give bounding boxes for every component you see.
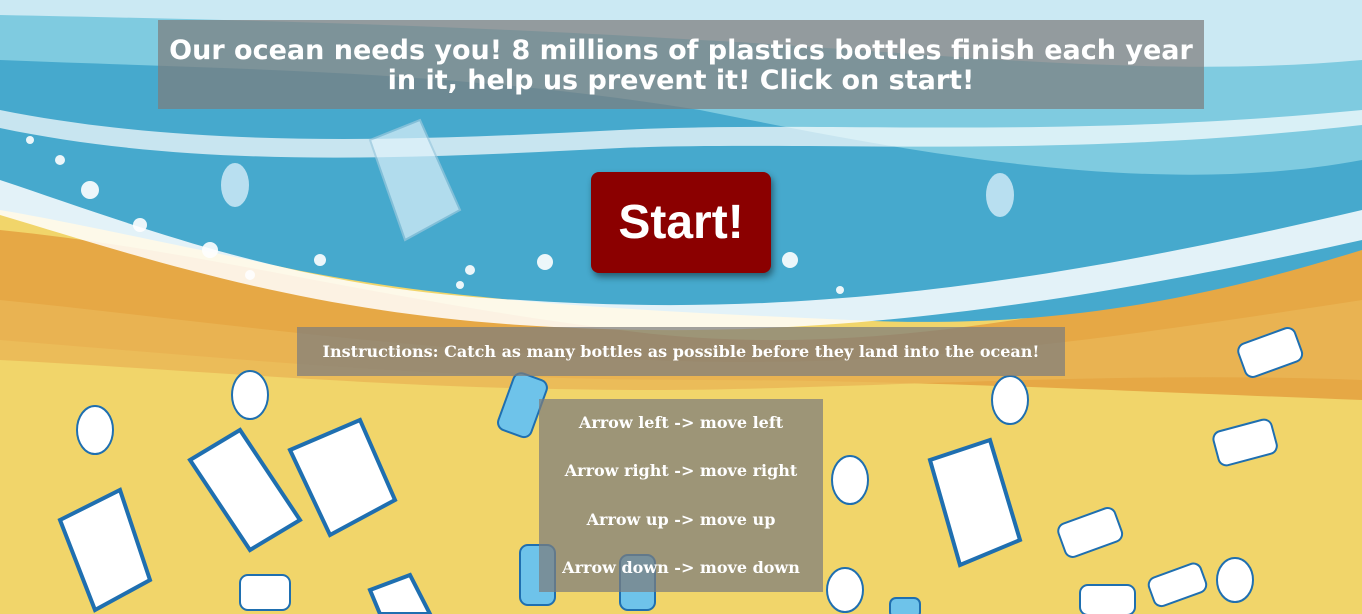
control-up: Arrow up -> move up	[586, 510, 776, 529]
start-button[interactable]: Start!	[591, 172, 771, 273]
controls-panel: Arrow left -> move left Arrow right -> m…	[539, 399, 823, 592]
control-left: Arrow left -> move left	[578, 413, 784, 432]
title-banner: Our ocean needs you! 8 millions of plast…	[158, 20, 1204, 109]
control-right: Arrow right -> move right	[564, 461, 798, 480]
page-title: Our ocean needs you! 8 millions of plast…	[169, 35, 1193, 96]
instructions-banner: Instructions: Catch as many bottles as p…	[297, 327, 1065, 376]
control-down: Arrow down -> move down	[562, 558, 800, 577]
instructions-text: Instructions: Catch as many bottles as p…	[322, 342, 1040, 361]
